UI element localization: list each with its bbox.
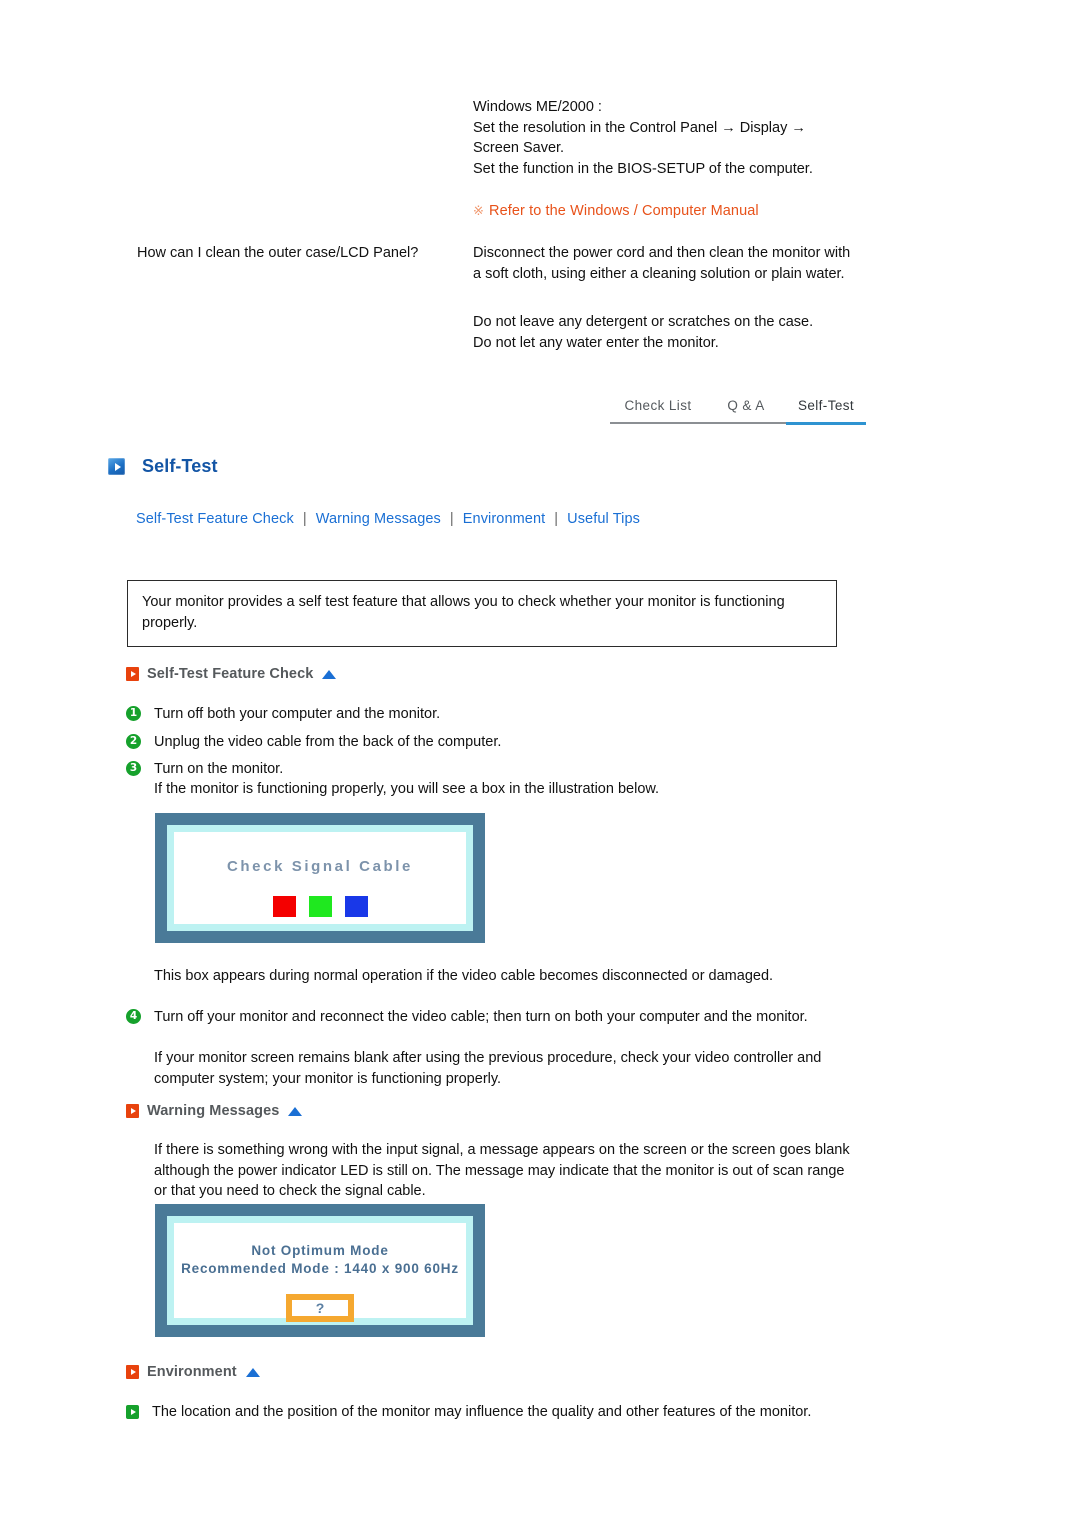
step-text: Unplug the video cable from the back of … bbox=[154, 733, 502, 750]
osd-message-text: Check Signal Cable bbox=[226, 858, 413, 875]
subnav-separator: | bbox=[302, 511, 307, 527]
scroll-to-top-triangle-icon[interactable] bbox=[288, 1106, 303, 1116]
faq-answer-windows-me: Windows ME/2000 : Set the resolution in … bbox=[473, 99, 813, 177]
bullet-text: The location and the position of the mon… bbox=[152, 1404, 812, 1420]
list-item: 3 Turn on the monitor. bbox=[126, 759, 856, 780]
faq-answer-clean-case-1: Disconnect the power cord and then clean… bbox=[473, 245, 851, 282]
environment-bullet-list: The location and the position of the mon… bbox=[126, 1402, 856, 1423]
subsection-header-warning-messages: Warning Messages bbox=[126, 1103, 303, 1119]
scroll-to-top-triangle-icon[interactable] bbox=[322, 669, 337, 679]
list-item: The location and the position of the mon… bbox=[126, 1402, 856, 1423]
not-optimum-mode-screen: Not Optimum Mode Recommended Mode : 1440… bbox=[155, 1204, 485, 1337]
note-box-appears: This box appears during normal operation… bbox=[154, 968, 774, 984]
osd-line-not-optimum-mode: Not Optimum Mode bbox=[251, 1243, 389, 1258]
step-number-badge: 2 bbox=[126, 733, 141, 749]
warning-messages-body-text: If there is something wrong with the inp… bbox=[154, 1142, 850, 1199]
note-see-illustration: If the monitor is functioning properly, … bbox=[154, 781, 660, 797]
list-item: 1 Turn off both your computer and the mo… bbox=[126, 704, 856, 725]
list-item: 4 Turn off your monitor and reconnect th… bbox=[126, 1007, 856, 1028]
subsection-nav: Self-Test Feature Check | Warning Messages… bbox=[136, 511, 640, 527]
check-signal-cable-screen: Check Signal Cable bbox=[155, 813, 485, 943]
question-mark-box: ? bbox=[286, 1294, 354, 1322]
tab-q-and-a[interactable]: Q & A bbox=[706, 398, 786, 424]
green-block-icon bbox=[308, 896, 332, 917]
subsection-title-environment: Environment bbox=[147, 1364, 237, 1380]
subsection-header-self-test-feature-check: Self-Test Feature Check bbox=[126, 666, 337, 682]
self-test-steps-list: 1 Turn off both your computer and the mo… bbox=[126, 704, 856, 787]
step-text: Turn off both your computer and the moni… bbox=[154, 706, 441, 722]
subnav-link-useful-tips[interactable]: Useful Tips bbox=[567, 511, 640, 527]
list-item: 2 Unplug the video cable from the back o… bbox=[126, 732, 856, 753]
refer-manual-text: Refer to the Windows / Computer Manual bbox=[489, 203, 759, 219]
subnav-link-warning-messages[interactable]: Warning Messages bbox=[316, 511, 441, 527]
step-text: Turn on the monitor. bbox=[154, 761, 284, 777]
subnav-link-self-test-feature-check[interactable]: Self-Test Feature Check bbox=[136, 511, 294, 527]
section-tabs: Check List Q & A Self-Test bbox=[610, 398, 866, 428]
page-title-text: Self-Test bbox=[142, 456, 218, 476]
page-title: Self-Test bbox=[108, 456, 218, 477]
rgb-color-blocks bbox=[272, 896, 368, 917]
subsection-title-warning-messages: Warning Messages bbox=[147, 1103, 280, 1119]
tab-check-list[interactable]: Check List bbox=[610, 398, 706, 424]
red-block-icon bbox=[272, 896, 296, 917]
osd-line-recommended-mode: Recommended Mode : 1440 x 900 60Hz bbox=[181, 1261, 459, 1276]
reference-mark-icon: ※ bbox=[473, 203, 484, 218]
subnav-link-environment[interactable]: Environment bbox=[463, 511, 546, 527]
orange-play-icon bbox=[126, 667, 139, 681]
subsection-title-self-test-feature-check: Self-Test Feature Check bbox=[147, 666, 314, 682]
subnav-separator: | bbox=[449, 511, 454, 527]
refer-manual-note: ※ Refer to the Windows / Computer Manual bbox=[473, 201, 759, 221]
intro-callout-box: Your monitor provides a self test featur… bbox=[127, 580, 837, 647]
tab-self-test[interactable]: Self-Test bbox=[786, 398, 866, 425]
blue-block-icon bbox=[344, 896, 368, 917]
step-number-badge: 1 bbox=[126, 706, 141, 721]
faq-answer-clean-case-2: Do not leave any detergent or scratches … bbox=[473, 314, 814, 351]
step-number-badge: 3 bbox=[126, 761, 141, 776]
self-test-step-four-list: 4 Turn off your monitor and reconnect th… bbox=[126, 1007, 856, 1035]
note-screen-remains-blank: If your monitor screen remains blank aft… bbox=[154, 1050, 822, 1087]
orange-play-icon bbox=[126, 1365, 139, 1379]
scroll-to-top-triangle-icon[interactable] bbox=[245, 1367, 260, 1377]
monitor-screen-area: Not Optimum Mode Recommended Mode : 1440… bbox=[167, 1216, 473, 1325]
step-number-badge: 4 bbox=[126, 1009, 141, 1024]
green-play-icon bbox=[126, 1405, 139, 1419]
blue-play-icon bbox=[108, 458, 125, 475]
orange-play-icon bbox=[126, 1104, 139, 1118]
manual-page: Windows ME/2000 : Set the resolution in … bbox=[0, 0, 1080, 1528]
step-text: Turn off your monitor and reconnect the … bbox=[154, 1009, 808, 1025]
faq-question-clean-case: How can I clean the outer case/LCD Panel… bbox=[137, 245, 419, 261]
subsection-header-environment: Environment bbox=[126, 1364, 260, 1380]
monitor-screen-area: Check Signal Cable bbox=[167, 825, 473, 931]
subnav-separator: | bbox=[554, 511, 559, 527]
